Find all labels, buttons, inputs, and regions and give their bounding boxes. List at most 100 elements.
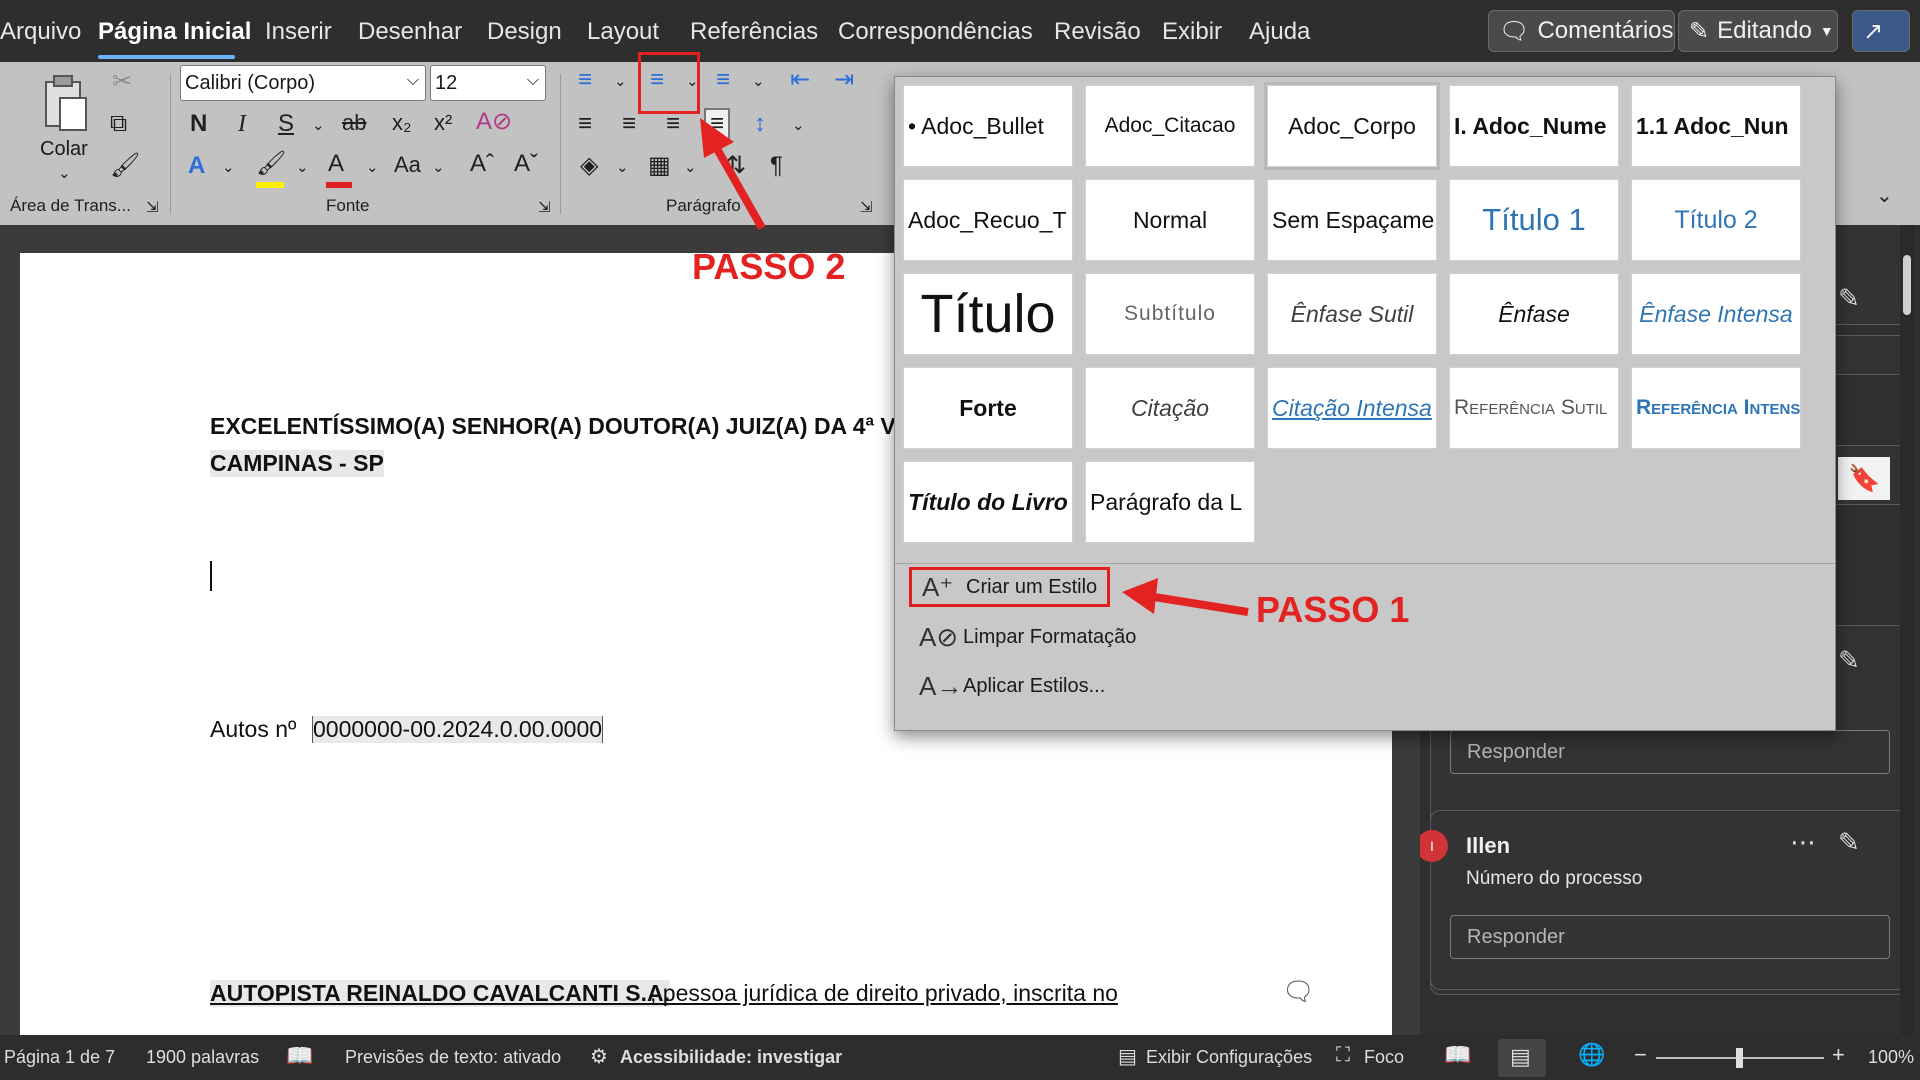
style-referencia-intensa[interactable]: Referência Intensa bbox=[1631, 367, 1801, 449]
scrollbar[interactable] bbox=[1900, 225, 1914, 1035]
comments-button[interactable]: 🗨 Comentários bbox=[1488, 10, 1675, 52]
zoom-in-icon[interactable]: + bbox=[1832, 1042, 1845, 1068]
comment-marker-icon[interactable]: 🗨 bbox=[1282, 976, 1315, 1007]
style-titulo[interactable]: Título bbox=[903, 273, 1073, 355]
shading-icon[interactable]: ◈ bbox=[580, 154, 598, 178]
chevron-down-icon[interactable]: ⌄ bbox=[312, 118, 325, 133]
style-citacao-intensa[interactable]: Citação Intensa bbox=[1267, 367, 1437, 449]
style-citacao[interactable]: Citação bbox=[1085, 367, 1255, 449]
chevron-down-icon[interactable]: ⌄ bbox=[366, 160, 379, 175]
style-enfase-sutil[interactable]: Ênfase Sutil bbox=[1267, 273, 1437, 355]
text-predictions-status[interactable]: Previsões de texto: ativado bbox=[345, 1047, 561, 1068]
style-adoc-citacao[interactable]: Adoc_Citacao bbox=[1085, 85, 1255, 167]
grow-font-icon[interactable]: Aˆ bbox=[470, 152, 494, 176]
style-enfase-intensa[interactable]: Ênfase Intensa bbox=[1631, 273, 1801, 355]
font-color-icon[interactable]: A bbox=[328, 152, 344, 176]
dialog-launcher-icon[interactable]: ⇲ bbox=[146, 200, 159, 215]
zoom-level[interactable]: 100% bbox=[1868, 1047, 1914, 1068]
style-adoc-corpo[interactable]: Adoc_Corpo bbox=[1264, 82, 1440, 170]
editing-mode-button[interactable]: ✎ Editando ▼ bbox=[1678, 10, 1838, 52]
tab-desenhar[interactable]: Desenhar bbox=[358, 18, 462, 46]
chevron-down-icon[interactable]: ⌄ bbox=[614, 74, 627, 89]
create-style-command[interactable]: A⁺ Criar um Estilo bbox=[909, 567, 1111, 607]
style-normal[interactable]: Normal bbox=[1085, 179, 1255, 261]
tab-referencias[interactable]: Referências bbox=[690, 18, 818, 46]
copy-icon[interactable]: ⧉ bbox=[110, 112, 127, 136]
style-subtitulo[interactable]: Subtítulo bbox=[1085, 273, 1255, 355]
style-forte[interactable]: Forte bbox=[903, 367, 1073, 449]
display-settings-button[interactable]: Exibir Configurações bbox=[1146, 1047, 1312, 1068]
share-button[interactable]: ↗ bbox=[1852, 10, 1910, 52]
change-case-icon[interactable]: Aa bbox=[394, 154, 421, 176]
italic-button[interactable]: I bbox=[238, 112, 246, 136]
tab-inserir[interactable]: Inserir bbox=[265, 18, 332, 46]
tab-exibir[interactable]: Exibir bbox=[1162, 18, 1222, 46]
style-paragrafo-da-lista[interactable]: Parágrafo da L bbox=[1085, 461, 1255, 543]
tab-ajuda[interactable]: Ajuda bbox=[1249, 18, 1310, 46]
tab-correspondencias[interactable]: Correspondências bbox=[838, 18, 1033, 46]
highlight-icon[interactable]: 🖌 bbox=[256, 152, 286, 176]
chevron-down-icon[interactable]: ⌄ bbox=[616, 160, 629, 175]
clear-formatting-command[interactable]: A⊘ Limpar Formatação bbox=[909, 617, 1146, 657]
more-options-icon[interactable]: ⋯ bbox=[1790, 827, 1816, 858]
paste-button[interactable]: Colar ⌄ bbox=[36, 70, 92, 185]
chevron-down-icon[interactable]: ⌄ bbox=[296, 160, 309, 175]
style-adoc-bullet[interactable]: • Adoc_Bullet bbox=[903, 85, 1073, 167]
style-adoc-numerado[interactable]: I. Adoc_Nume bbox=[1449, 85, 1619, 167]
bookmark-icon[interactable]: 🔖 bbox=[1838, 457, 1891, 500]
zoom-out-icon[interactable]: − bbox=[1634, 1042, 1647, 1068]
bold-button[interactable]: N bbox=[190, 112, 207, 136]
web-layout-icon[interactable]: 🌐 bbox=[1578, 1042, 1605, 1068]
style-adoc-recuo[interactable]: Adoc_Recuo_T bbox=[903, 179, 1073, 261]
zoom-slider-thumb[interactable] bbox=[1736, 1048, 1743, 1068]
borders-icon[interactable]: ▦ bbox=[648, 154, 671, 178]
style-titulo-do-livro[interactable]: Título do Livro bbox=[903, 461, 1073, 543]
focus-button[interactable]: Foco bbox=[1364, 1047, 1404, 1068]
scrollbar-thumb[interactable] bbox=[1903, 255, 1911, 315]
chevron-down-icon[interactable]: ⌄ bbox=[752, 74, 765, 89]
style-enfase[interactable]: Ênfase bbox=[1449, 273, 1619, 355]
align-right-icon[interactable]: ≡ bbox=[666, 112, 680, 136]
shrink-font-icon[interactable]: Aˇ bbox=[514, 152, 538, 176]
tab-design[interactable]: Design bbox=[487, 18, 562, 46]
tab-layout[interactable]: Layout bbox=[587, 18, 659, 46]
subscript-icon[interactable]: x₂ bbox=[392, 112, 412, 134]
dialog-launcher-icon[interactable]: ⇲ bbox=[538, 200, 551, 215]
reply-input[interactable]: Responder bbox=[1450, 730, 1890, 774]
apply-styles-command[interactable]: A→ Aplicar Estilos... bbox=[909, 666, 1115, 706]
style-sem-espacamento[interactable]: Sem Espaçame bbox=[1267, 179, 1437, 261]
pencil-icon[interactable]: ✎ bbox=[1838, 283, 1860, 314]
tab-revisao[interactable]: Revisão bbox=[1054, 18, 1141, 46]
increase-indent-icon[interactable]: ⇥ bbox=[834, 68, 854, 92]
tab-arquivo[interactable]: Arquivo bbox=[0, 18, 81, 46]
superscript-icon[interactable]: x² bbox=[434, 112, 452, 134]
clear-formatting-icon[interactable]: A⊘ bbox=[476, 110, 512, 134]
style-adoc-numerado-2[interactable]: 1.1 Adoc_Nun bbox=[1631, 85, 1801, 167]
reply-input[interactable]: Responder bbox=[1450, 915, 1890, 959]
style-referencia-sutil[interactable]: Referência Sutil bbox=[1449, 367, 1619, 449]
ribbon-collapse-chevron-icon[interactable]: ⌄ bbox=[1876, 186, 1893, 206]
dialog-launcher-icon[interactable]: ⇲ bbox=[860, 200, 873, 215]
align-center-icon[interactable]: ≡ bbox=[622, 112, 636, 136]
align-left-icon[interactable]: ≡ bbox=[578, 112, 592, 136]
bullets-icon[interactable]: ≡ bbox=[578, 68, 592, 92]
page-count[interactable]: Página 1 de 7 bbox=[4, 1047, 115, 1068]
print-layout-button[interactable]: ▤ bbox=[1498, 1039, 1546, 1077]
font-name-combo[interactable]: Calibri (Corpo) ⌵ bbox=[180, 65, 426, 101]
style-titulo-2[interactable]: Título 2 bbox=[1631, 179, 1801, 261]
chevron-down-icon[interactable]: ⌄ bbox=[432, 160, 445, 175]
style-titulo-1[interactable]: Título 1 bbox=[1449, 179, 1619, 261]
read-mode-icon[interactable]: 📖 bbox=[1444, 1042, 1471, 1068]
pencil-icon[interactable]: ✎ bbox=[1838, 645, 1860, 676]
strikethrough-button[interactable]: ab bbox=[342, 112, 366, 134]
text-effects-icon[interactable]: A bbox=[188, 154, 205, 178]
underline-button[interactable]: S bbox=[278, 112, 294, 136]
chevron-down-icon[interactable]: ⌄ bbox=[222, 160, 235, 175]
tab-pagina-inicial[interactable]: Página Inicial bbox=[98, 18, 251, 46]
accessibility-status[interactable]: Acessibilidade: investigar bbox=[620, 1047, 842, 1068]
decrease-indent-icon[interactable]: ⇤ bbox=[790, 68, 810, 92]
proofing-book-icon[interactable]: 📖 bbox=[286, 1043, 313, 1069]
chevron-down-icon[interactable]: ⌄ bbox=[792, 118, 805, 133]
zoom-slider[interactable] bbox=[1656, 1048, 1824, 1068]
pencil-icon[interactable]: ✎ bbox=[1838, 827, 1860, 858]
